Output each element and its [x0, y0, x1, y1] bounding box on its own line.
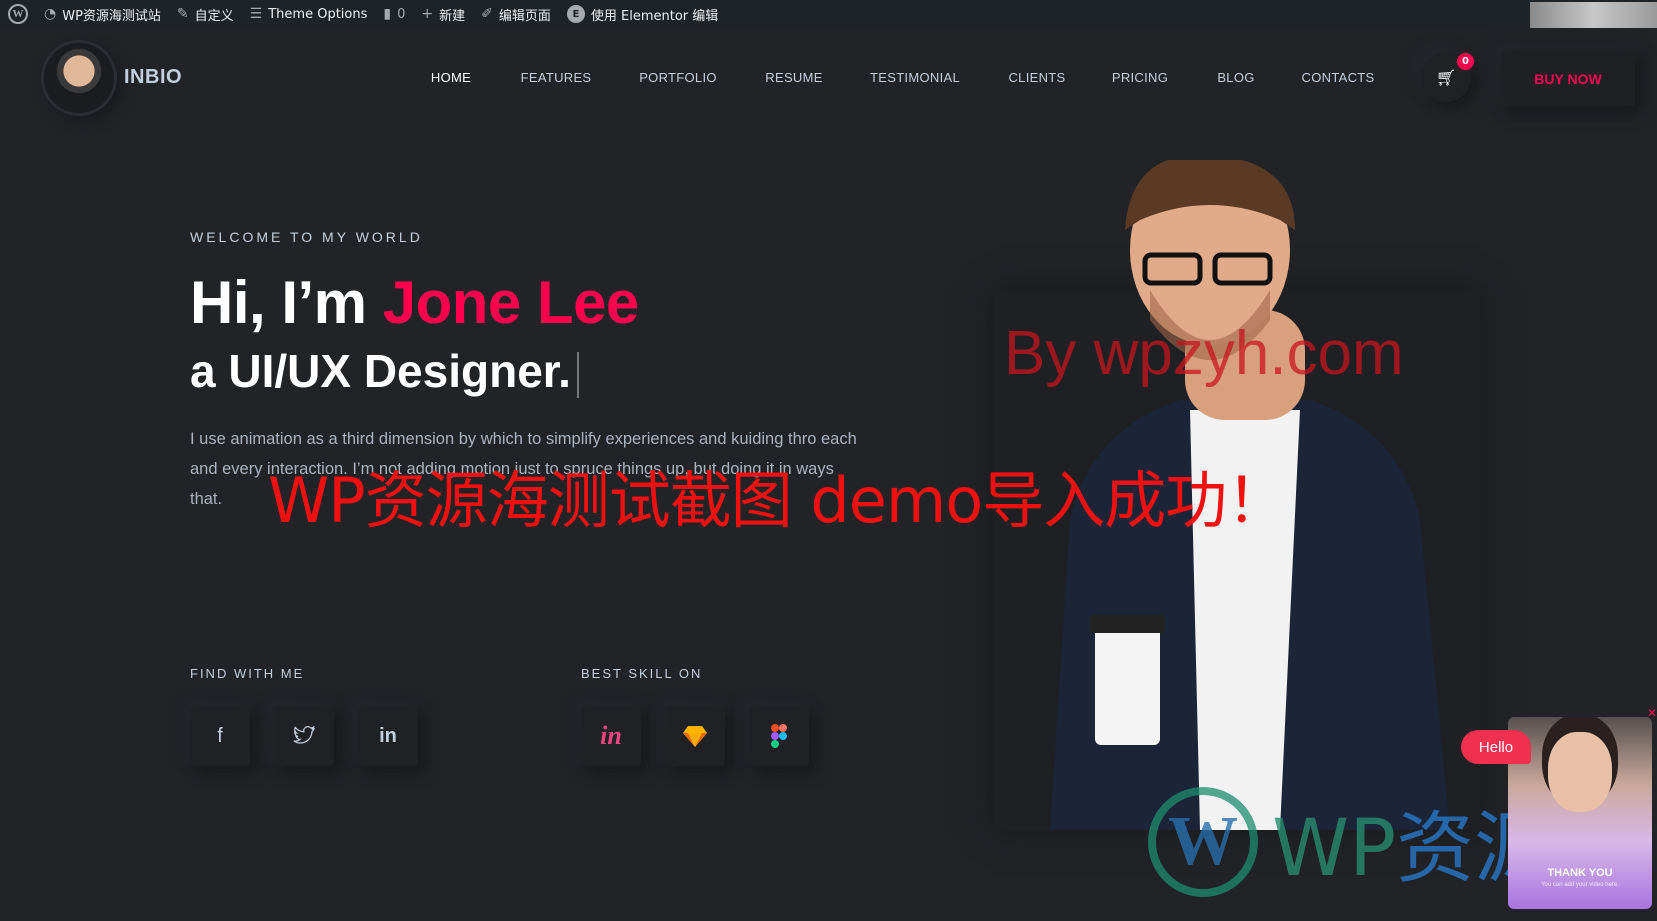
- elementor-edit-label: 使用 Elementor 编辑: [590, 8, 719, 24]
- wordpress-icon: W: [8, 4, 28, 24]
- nav-resume[interactable]: RESUME: [765, 70, 822, 85]
- wp-logo-menu[interactable]: W: [8, 4, 28, 24]
- linkedin-icon: in: [379, 724, 397, 747]
- hello-bubble[interactable]: Hello: [1461, 730, 1531, 764]
- figma-skill: [749, 706, 809, 766]
- nav-home[interactable]: HOME: [431, 70, 471, 85]
- nav-features[interactable]: FEATURES: [521, 70, 592, 85]
- user-account-blurred[interactable]: [1530, 2, 1657, 28]
- invision-icon: in: [600, 721, 622, 750]
- nav-testimonial[interactable]: TESTIMONIAL: [870, 70, 960, 85]
- edit-page-label: 编辑页面: [498, 8, 551, 24]
- buy-now-button[interactable]: BUY NOW: [1501, 51, 1635, 106]
- video-subtitle: You can add your video here.: [1541, 882, 1619, 888]
- customize-label: 自定义: [194, 8, 234, 24]
- nav-clients[interactable]: CLIENTS: [1008, 70, 1065, 85]
- cart-icon: 🛒︎: [1435, 67, 1457, 87]
- logo-latin: WP: [1272, 804, 1397, 894]
- invision-skill: in: [581, 706, 641, 766]
- admin-theme-options[interactable]: ☰ Theme Options: [250, 6, 368, 22]
- best-skill-on-label: BEST SKILL ON: [581, 666, 703, 681]
- find-with-me-label: FIND WITH ME: [190, 666, 305, 681]
- menu-icon: ☰: [249, 6, 263, 22]
- hero-name: Jone Lee: [382, 269, 640, 336]
- sketch-skill: [665, 706, 725, 766]
- welcome-subtitle: WELCOME TO MY WORLD: [190, 229, 423, 245]
- logo-avatar[interactable]: [44, 43, 114, 113]
- typing-cursor: [576, 351, 579, 398]
- elementor-icon: E: [566, 5, 585, 23]
- video-title: THANK YOU: [1547, 867, 1613, 879]
- figma-icon: [771, 724, 787, 748]
- admin-customize[interactable]: ✎ 自定义: [177, 5, 234, 24]
- hero-role: a UI/UX Designer.: [190, 344, 579, 398]
- hero-title: Hi, I’m Jone Lee: [190, 268, 639, 337]
- nav-pricing[interactable]: PRICING: [1112, 70, 1168, 85]
- cart-count-badge: 0: [1457, 53, 1474, 70]
- watermark-import-success: WP资源海测试截图 demo导入成功！: [268, 464, 1288, 537]
- facebook-icon: f: [217, 724, 223, 747]
- theme-options-label: Theme Options: [268, 6, 368, 22]
- video-thumbnail-face: [1548, 732, 1612, 812]
- admin-site-name[interactable]: ◔ WP资源海测试站: [44, 5, 161, 24]
- plus-icon: +: [421, 6, 434, 22]
- sketch-icon: [683, 726, 707, 747]
- site-name-label: WP资源海测试站: [62, 8, 161, 24]
- dashboard-icon: ◔: [44, 6, 57, 22]
- brush-icon: ✎: [176, 6, 189, 22]
- admin-edit-page[interactable]: ✐ 编辑页面: [481, 5, 551, 24]
- admin-elementor-edit[interactable]: E 使用 Elementor 编辑: [566, 5, 719, 24]
- nav-portfolio[interactable]: PORTFOLIO: [639, 70, 717, 85]
- close-icon[interactable]: ✕: [1647, 706, 1657, 720]
- admin-new[interactable]: + 新建: [421, 5, 465, 24]
- comment-icon: ▮: [383, 6, 392, 22]
- nav-blog[interactable]: BLOG: [1217, 70, 1254, 85]
- admin-comments[interactable]: ▮ 0: [383, 6, 405, 22]
- wordpress-logo-icon: W: [1148, 787, 1258, 897]
- twitter-icon: [293, 726, 315, 744]
- facebook-link[interactable]: f: [190, 706, 250, 766]
- watermark-by-site: By wpzyh.com: [1004, 319, 1404, 388]
- pencil-icon: ✐: [481, 6, 493, 22]
- new-label: 新建: [439, 8, 466, 24]
- twitter-link[interactable]: [274, 706, 334, 766]
- brand-name[interactable]: INBIO: [124, 66, 182, 89]
- greeting: Hi, I’m: [190, 269, 383, 336]
- admin-bar: W ◔ WP资源海测试站 ✎ 自定义 ☰ Theme Options ▮ 0 + 新建 ✐…: [0, 0, 1657, 28]
- comments-count: 0: [397, 6, 406, 22]
- role-text: a UI/UX Designer.: [190, 345, 571, 397]
- nav-contacts[interactable]: CONTACTS: [1302, 70, 1375, 85]
- linkedin-link[interactable]: in: [358, 706, 418, 766]
